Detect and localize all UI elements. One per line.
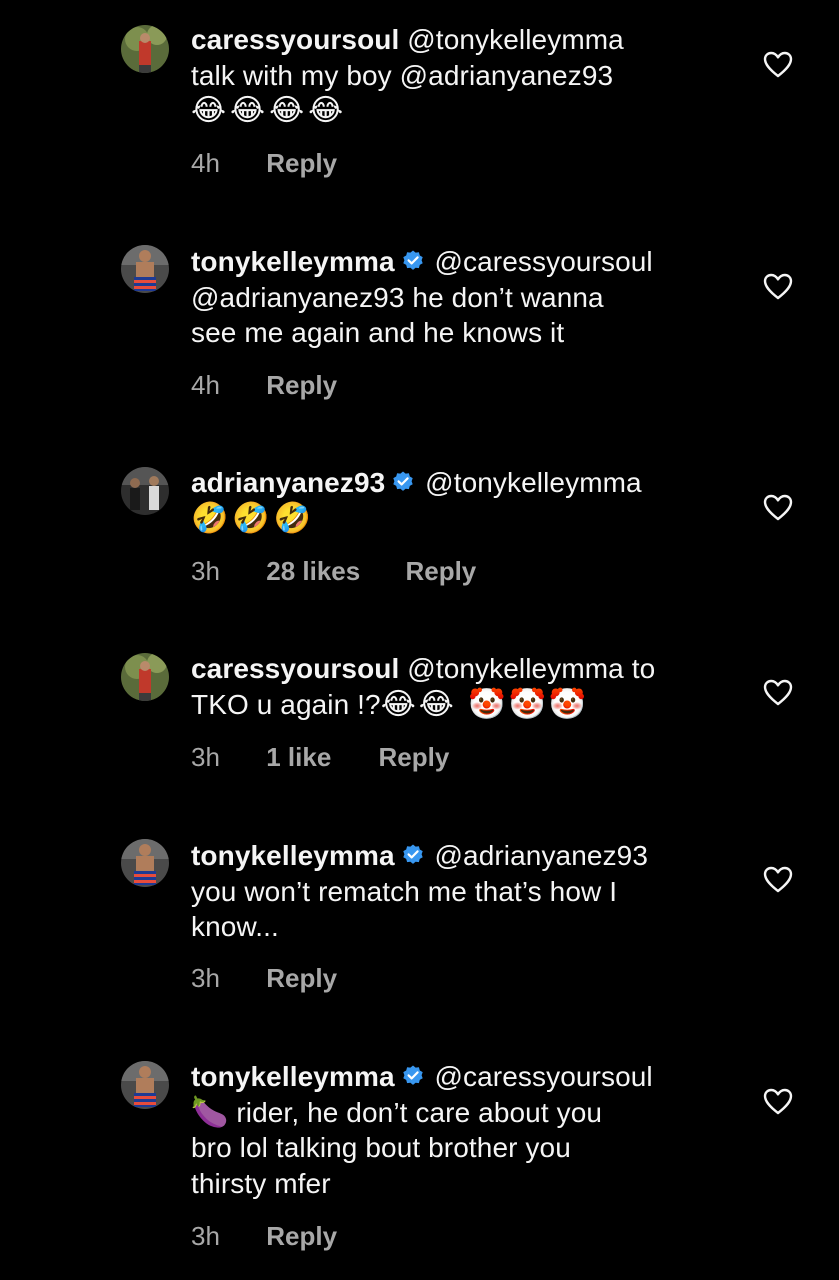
comment-line: talk with my boy @adrianyanez93 (191, 59, 614, 91)
avatar-image (121, 839, 169, 887)
reply-button[interactable]: Reply (266, 963, 337, 994)
avatar[interactable] (121, 653, 169, 701)
heart-outline-icon[interactable] (763, 866, 793, 894)
comment-line: know... (191, 911, 279, 942)
heart-outline-icon[interactable] (763, 679, 793, 707)
verified-badge-icon (402, 1065, 423, 1085)
comment-username[interactable]: tonykelleymma (191, 840, 395, 871)
comment-text: caressyoursoul @tonykelleymma talk with … (191, 22, 731, 129)
reply-button[interactable]: Reply (266, 148, 337, 179)
comment-text: caressyoursoul @tonykelleymma to TKO u a… (191, 651, 731, 722)
comment-time: 3h (191, 742, 220, 772)
avatar-image (121, 245, 169, 293)
comment-meta: 3h 1 like Reply (191, 742, 449, 773)
comment-meta: 3h Reply (191, 1221, 337, 1252)
heart-outline-icon[interactable] (763, 1088, 793, 1116)
avatar[interactable] (121, 839, 169, 887)
comment-mention[interactable]: @tonykelleymma (399, 24, 623, 55)
avatar[interactable] (121, 245, 169, 293)
comment-likes[interactable]: 1 like (266, 742, 331, 773)
comment-likes[interactable]: 28 likes (266, 556, 360, 587)
comment-line: thirsty mfer (191, 1167, 331, 1199)
comment-line: @adrianyanez93 he don’t wanna (191, 281, 604, 313)
comment-line: see me again and he knows it (191, 317, 565, 348)
comment-meta: 3h 28 likes Reply (191, 556, 476, 587)
avatar-image (121, 467, 169, 515)
avatar-image (121, 25, 169, 73)
comment-text: tonykelleymma @adrianyanez93 you won’t r… (191, 838, 731, 945)
heart-outline-icon[interactable] (763, 494, 793, 522)
heart-outline-icon[interactable] (763, 273, 793, 301)
reply-button[interactable]: Reply (379, 742, 450, 773)
emoji-laughing-icon: 😂😂😂😂 (191, 94, 348, 127)
emoji-laughing-clown-icon: 😂😂 🤡🤡🤡 (380, 687, 590, 721)
verified-badge-icon (393, 471, 413, 491)
comment-mention[interactable]: @tonykelleymma (417, 467, 641, 498)
eggplant-emoji-icon: 🍆 (191, 1095, 229, 1129)
comment-time: 4h (191, 370, 220, 400)
comment-time: 3h (191, 556, 220, 586)
avatar[interactable] (121, 25, 169, 73)
avatar-image (121, 653, 169, 701)
emoji-row: 🤣🤣🤣 (191, 501, 731, 537)
comment-username[interactable]: caressyoursoul (191, 24, 399, 55)
comment-line: you won’t rematch me that’s how I (191, 875, 618, 907)
comment-mention[interactable]: @tonykelleymma to (399, 653, 655, 684)
comment-time: 3h (191, 963, 220, 993)
comment-username[interactable]: caressyoursoul (191, 653, 399, 684)
comment-text: tonykelleymma @caressyoursoul 🍆 rider, h… (191, 1059, 731, 1201)
comment-time: 3h (191, 1221, 220, 1251)
comment-username[interactable]: tonykelleymma (191, 246, 395, 277)
avatar-image (121, 1061, 169, 1109)
comment-meta: 3h Reply (191, 963, 337, 994)
reply-button[interactable]: Reply (266, 370, 337, 401)
heart-outline-icon[interactable] (763, 51, 793, 79)
comment-meta: 4h Reply (191, 148, 337, 179)
reply-button[interactable]: Reply (266, 1221, 337, 1252)
comment-time: 4h (191, 148, 220, 178)
comment-meta: 4h Reply (191, 370, 337, 401)
emoji-rofl-icon: 🤣🤣🤣 (191, 501, 316, 535)
avatar[interactable] (121, 1061, 169, 1109)
reply-button[interactable]: Reply (405, 556, 476, 587)
verified-badge-icon (402, 250, 423, 270)
comment-text: tonykelleymma @caressyoursoul @adrianyan… (191, 244, 731, 351)
comment-text: adrianyanez93 @tonykelleymma 🤣🤣🤣 (191, 465, 731, 536)
comment-line: rider, he don’t care about you (228, 1096, 603, 1128)
comment-mention[interactable]: @adrianyanez93 (427, 840, 648, 871)
avatar[interactable] (121, 467, 169, 515)
comment-line: bro lol talking bout brother you (191, 1132, 571, 1163)
comment-mention[interactable]: @caressyoursoul (427, 246, 653, 277)
comment-username[interactable]: tonykelleymma (191, 1061, 395, 1092)
verified-badge-icon (402, 844, 423, 864)
comment-mention[interactable]: @caressyoursoul (427, 1061, 653, 1092)
emoji-row: 😂😂😂😂 (191, 93, 731, 129)
comment-username[interactable]: adrianyanez93 (191, 467, 385, 498)
comment-line: TKO u again !? (191, 688, 381, 720)
